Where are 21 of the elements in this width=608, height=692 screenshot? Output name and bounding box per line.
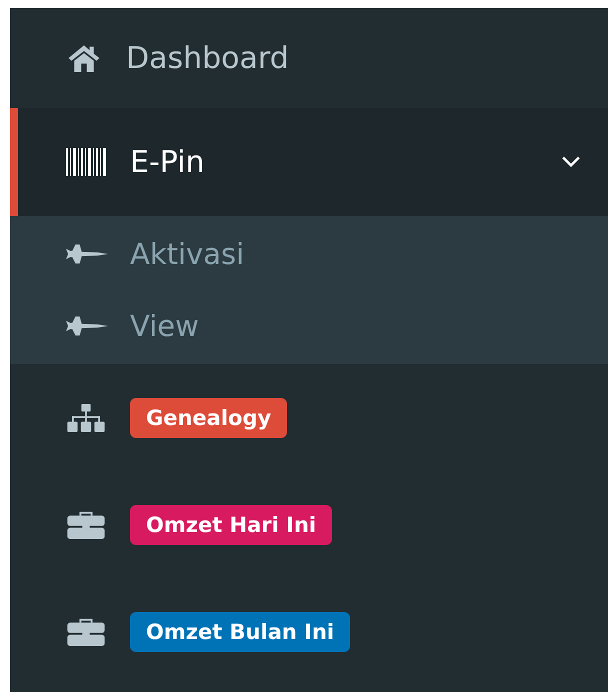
jet-icon (66, 243, 108, 265)
menu-item[interactable]: Genealogy (10, 364, 608, 471)
menu-item[interactable]: E-Pin (10, 108, 608, 216)
menu-label: E-Pin (130, 144, 205, 180)
menu-badge: Omzet Bulan Ini (130, 612, 350, 652)
home-icon (66, 44, 102, 72)
menu-item[interactable]: Omzet Hari Ini (10, 471, 608, 578)
briefcase-icon (66, 510, 106, 538)
menu-item[interactable]: Dashboard (10, 8, 608, 108)
menu-badge: Genealogy (130, 398, 288, 438)
menu-label: Dashboard (126, 40, 289, 76)
submenu-label: Aktivasi (130, 237, 244, 271)
submenu-label: View (130, 309, 199, 343)
submenu-item[interactable]: Aktivasi (10, 218, 608, 290)
jet-icon (66, 315, 108, 337)
sitemap-icon (66, 404, 106, 432)
submenu-item[interactable]: View (10, 290, 608, 362)
menu-badge: Omzet Hari Ini (130, 504, 332, 544)
barcode-icon (66, 148, 106, 176)
briefcase-icon (66, 618, 106, 646)
menu-item[interactable]: Omzet Bulan Ini (10, 578, 608, 685)
